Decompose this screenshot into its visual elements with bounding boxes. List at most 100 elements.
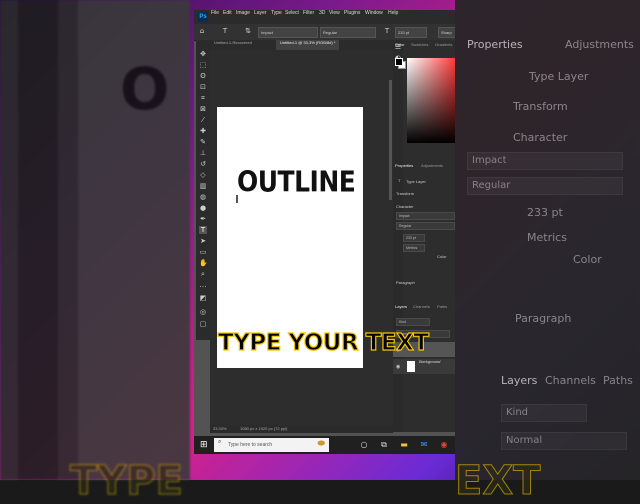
tab-channels[interactable]: Channels: [411, 304, 432, 313]
bg-kerning: Metrics: [527, 231, 567, 244]
eyedropper-icon[interactable]: ⁄: [199, 116, 207, 124]
tab-recovered[interactable]: Untitled-1-Recovered: [210, 40, 256, 50]
tab-color[interactable]: Color: [393, 42, 407, 51]
more-tools-icon[interactable]: …: [199, 281, 207, 289]
mail-icon[interactable]: ✉: [419, 440, 429, 450]
type-tool-preset-icon[interactable]: T: [221, 27, 229, 35]
character-font-field[interactable]: Impact: [396, 212, 455, 220]
canvas-workspace: OUTLINE: [210, 50, 393, 430]
layer-filter-field[interactable]: Kind: [396, 318, 430, 326]
bg-type-layer: Type Layer: [529, 70, 589, 83]
windows-taskbar: ⊞ ⌕ Type here to search ⬬ ○ ⧉ ▬ ✉ ◉: [194, 436, 455, 454]
document-canvas[interactable]: OUTLINE: [217, 107, 363, 368]
taskbar-search-box[interactable]: ⌕ Type here to search ⬬: [214, 438, 329, 452]
clone-stamp-icon[interactable]: ⊥: [199, 149, 207, 157]
rectangle-tool-icon[interactable]: ▭: [199, 248, 207, 256]
bg-character: Character: [513, 131, 568, 144]
tab-paths[interactable]: Paths: [435, 304, 449, 313]
foreground-swatch[interactable]: [395, 58, 403, 66]
options-bar: ⌂ T ⇅ Impact Regular T 233 pt Sharp: [194, 24, 455, 41]
menu-plugins[interactable]: Plugins: [344, 10, 360, 24]
crop-tool-icon[interactable]: ⌗: [199, 94, 207, 102]
zoom-tool-icon[interactable]: ⌕: [199, 270, 207, 278]
layer-row[interactable]: ◉ Background: [393, 359, 455, 374]
zoom-level[interactable]: 33.33%: [213, 425, 227, 433]
frame-tool-icon[interactable]: ⊠: [199, 105, 207, 113]
character-size-field[interactable]: 233 pt: [403, 234, 425, 242]
bg-kind-field: Kind: [501, 404, 587, 422]
windows-start-icon[interactable]: ⊞: [200, 440, 210, 450]
menu-view[interactable]: View: [329, 10, 340, 24]
menu-file[interactable]: File: [211, 10, 219, 24]
blurred-caption-right: EXT: [454, 458, 541, 504]
move-tool-icon[interactable]: ✥: [199, 50, 207, 58]
bg-layers-tab: Layers: [501, 374, 538, 387]
color-picker-field[interactable]: [407, 58, 455, 143]
screen-mode-icon[interactable]: ▢: [199, 320, 207, 328]
blurred-background-right: Properties Adjustments Type Layer Transf…: [454, 0, 640, 504]
blurred-headline: O: [120, 55, 169, 123]
font-style-select[interactable]: Regular: [320, 27, 376, 38]
font-family-select[interactable]: Impact: [258, 27, 318, 38]
color-swatches[interactable]: [395, 58, 406, 69]
foreground-background-icon[interactable]: ◩: [199, 294, 207, 302]
hand-tool-icon[interactable]: ✋: [199, 259, 208, 267]
bg-paths-tab: Paths: [603, 374, 633, 387]
menu-3d[interactable]: 3D: [319, 10, 325, 24]
document-tabs: Untitled-1-Recovered Untitled-1 @ 33.3% …: [210, 40, 393, 50]
paragraph-section[interactable]: Paragraph: [396, 280, 415, 285]
tab-untitled-active[interactable]: Untitled-1 @ 33.3% (RGB/8#) *: [276, 40, 340, 50]
tab-properties[interactable]: Properties: [393, 163, 415, 172]
quick-mask-icon[interactable]: ◎: [199, 308, 207, 316]
object-select-icon[interactable]: ⊡: [199, 83, 207, 91]
bg-size: 233 pt: [527, 206, 563, 219]
lasso-tool-icon[interactable]: ʘ: [199, 72, 207, 80]
file-explorer-icon[interactable]: ▬: [399, 440, 409, 450]
character-kerning-field[interactable]: Metrics: [403, 244, 425, 252]
bg-color: Color: [573, 253, 602, 266]
document-info: 1080 px x 1920 px (72 ppi): [240, 426, 288, 431]
menu-layer[interactable]: Layer: [254, 10, 267, 24]
tab-gradients[interactable]: Gradients: [433, 42, 454, 51]
right-panel-dock: ☰ ◐ Color Swatches Gradients Properties …: [393, 40, 455, 432]
menu-select[interactable]: Select: [285, 10, 299, 24]
bg-paragraph: Paragraph: [515, 312, 572, 325]
chrome-icon[interactable]: ◉: [439, 440, 449, 450]
blur-tool-icon[interactable]: ◍: [199, 193, 207, 201]
dodge-tool-icon[interactable]: ●: [199, 204, 207, 212]
tab-adjustments[interactable]: Adjustments: [419, 163, 445, 172]
pen-tool-icon[interactable]: ✒: [199, 215, 207, 223]
eraser-tool-icon[interactable]: ◇: [199, 171, 207, 179]
marquee-tool-icon[interactable]: ⬚: [199, 61, 207, 69]
menu-filter[interactable]: Filter: [303, 10, 314, 24]
path-select-icon[interactable]: ➤: [199, 237, 207, 245]
history-brush-icon[interactable]: ↺: [199, 160, 207, 168]
menu-type[interactable]: Type: [271, 10, 282, 24]
headline-text[interactable]: OUTLINE: [237, 165, 356, 198]
type-tool-icon[interactable]: T: [199, 226, 207, 234]
menu-edit[interactable]: Edit: [223, 10, 232, 24]
home-icon[interactable]: ⌂: [198, 27, 206, 35]
task-view-icon[interactable]: ⧉: [379, 440, 389, 450]
antialias-select[interactable]: Sharp: [438, 27, 455, 38]
bg-font-field: Impact: [467, 152, 623, 170]
text-cursor-icon: [236, 195, 238, 203]
photoshop-window: Ps File Edit Image Layer Type Select Fil…: [194, 10, 455, 454]
layer-name[interactable]: Background: [419, 359, 440, 364]
brush-tool-icon[interactable]: ✎: [199, 138, 207, 146]
menu-help[interactable]: Help: [388, 10, 398, 24]
eye-icon[interactable]: ◉: [396, 364, 400, 370]
toggle-orientation-icon[interactable]: ⇅: [244, 27, 252, 35]
healing-brush-icon[interactable]: ✚: [199, 127, 207, 135]
font-size-select[interactable]: 233 pt: [395, 27, 427, 38]
gradient-tool-icon[interactable]: ▥: [199, 182, 207, 190]
menu-image[interactable]: Image: [236, 10, 250, 24]
tab-swatches[interactable]: Swatches: [409, 42, 430, 51]
canvas-scrollbar[interactable]: [389, 80, 392, 200]
menu-window[interactable]: Window: [365, 10, 383, 24]
character-section[interactable]: Character: [396, 204, 414, 209]
tab-layers[interactable]: Layers: [393, 304, 409, 313]
transform-section[interactable]: Transform: [396, 191, 414, 196]
cortana-icon[interactable]: ○: [359, 440, 369, 450]
character-style-field[interactable]: Regular: [396, 222, 455, 230]
